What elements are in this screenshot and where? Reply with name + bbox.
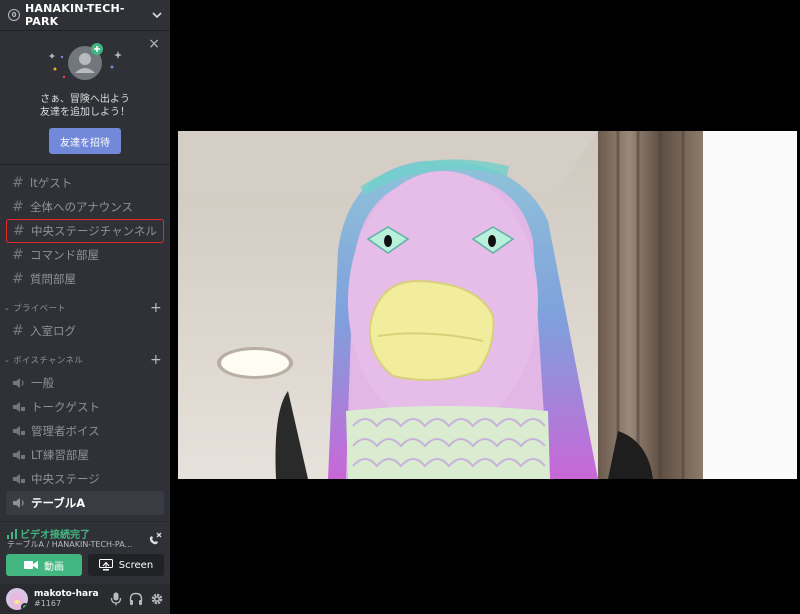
- speaker-lock-icon: [13, 474, 25, 484]
- hash-icon: #: [13, 223, 25, 239]
- video-button[interactable]: 動画: [6, 554, 82, 576]
- channel-question-room[interactable]: # 質問部屋: [6, 267, 164, 291]
- channel-name: ltゲスト: [30, 176, 73, 190]
- server-boost-icon: 0: [8, 9, 20, 21]
- category-label: プライベート: [13, 304, 66, 314]
- signal-icon: [7, 528, 17, 539]
- hash-icon: #: [12, 247, 24, 263]
- speaker-lock-icon: [13, 450, 25, 460]
- voice-channel-general[interactable]: 一般: [6, 371, 164, 395]
- video-stage: [170, 0, 800, 614]
- chevron-down-icon: ⌄: [4, 356, 11, 364]
- invite-friends-button[interactable]: 友達を招待: [49, 128, 121, 154]
- channel-center-stage[interactable]: # 中央ステージチャンネル: [6, 219, 164, 243]
- speaker-icon: [13, 378, 24, 388]
- channel-name: 中央ステージチャンネル: [31, 224, 157, 238]
- channel-entry-log[interactable]: # 入室ログ: [6, 319, 164, 343]
- channel-name: 一般: [31, 376, 54, 390]
- channel-name: 中央ステージ: [31, 472, 100, 486]
- voice-connection-panel: ビデオ接続完了 テーブルA / HANAKIN-TECH-PA... 動画 Sc…: [0, 521, 170, 582]
- speaker-lock-icon: [13, 402, 25, 412]
- channel-sidebar: 0 HANAKIN-TECH-PARK × さぁ、冒険へ出よう 友達を追加しよう…: [0, 0, 170, 614]
- video-frame: [178, 131, 797, 479]
- hash-icon: #: [12, 175, 24, 191]
- voice-channel-center-stage[interactable]: 中央ステージ: [6, 467, 164, 491]
- hash-icon: #: [12, 271, 24, 287]
- hash-icon: #: [12, 199, 24, 215]
- speaker-lock-icon: [13, 426, 25, 436]
- online-status-icon: [21, 603, 28, 610]
- channel-lt-guest[interactable]: # ltゲスト: [6, 171, 164, 195]
- category-private[interactable]: ⌄ プライベート +: [0, 297, 170, 319]
- channel-name: テーブルA: [31, 496, 86, 510]
- voice-channel-talk-guest[interactable]: トークゲスト: [6, 395, 164, 419]
- server-name: HANAKIN-TECH-PARK: [25, 2, 125, 28]
- user-tag: #1167: [34, 599, 62, 608]
- screen-share-icon: [98, 559, 113, 571]
- channel-name: 全体へのアナウンス: [30, 200, 134, 214]
- invite-message-line1: さぁ、冒険へ出よう: [40, 94, 130, 105]
- add-channel-icon[interactable]: +: [150, 352, 162, 368]
- category-label: ボイスチャンネル: [13, 356, 84, 366]
- voice-channel-lt-practice[interactable]: LT練習部屋: [6, 443, 164, 467]
- video-button-label: 動画: [44, 561, 64, 573]
- gear-icon[interactable]: [150, 592, 164, 606]
- server-header[interactable]: 0 HANAKIN-TECH-PARK: [0, 0, 170, 31]
- channel-announcements[interactable]: # 全体へのアナウンス: [6, 195, 164, 219]
- channel-command-room[interactable]: # コマンド部屋: [6, 243, 164, 267]
- channel-name: コマンド部屋: [30, 248, 99, 262]
- disconnect-phone-icon[interactable]: [148, 531, 162, 545]
- screen-share-button[interactable]: Screen: [88, 554, 164, 576]
- username: makoto-hara: [34, 589, 99, 599]
- category-voice[interactable]: ⌄ ボイスチャンネル +: [0, 349, 170, 371]
- video-feed-tile[interactable]: [178, 131, 797, 479]
- voice-channel-admin[interactable]: 管理者ボイス: [6, 419, 164, 443]
- voice-status-subtitle[interactable]: テーブルA / HANAKIN-TECH-PA...: [7, 539, 147, 550]
- invite-message-line2: 友達を追加しよう！: [40, 107, 130, 118]
- channel-list: # ltゲスト # 全体へのアナウンス # 中央ステージチャンネル # コマンド…: [0, 165, 170, 515]
- chevron-down-icon: ⌄: [4, 304, 11, 312]
- microphone-icon[interactable]: [110, 592, 122, 606]
- chevron-down-icon: [152, 12, 162, 19]
- channel-name: 質問部屋: [30, 272, 76, 286]
- channel-name: トークゲスト: [31, 400, 100, 414]
- screen-share-button-label: Screen: [118, 559, 154, 571]
- voice-channel-table-a[interactable]: テーブルA: [6, 491, 164, 515]
- camera-icon: [24, 560, 38, 570]
- user-panel: makoto-hara #1167: [0, 584, 170, 614]
- invite-card: × さぁ、冒険へ出よう 友達を追加しよう！ 友達を招待: [0, 31, 170, 165]
- speaker-icon: [13, 498, 24, 508]
- invite-illustration-icon: [40, 41, 130, 87]
- channel-name: LT練習部屋: [31, 448, 89, 462]
- hash-icon: #: [12, 323, 24, 339]
- channel-name: 入室ログ: [30, 324, 76, 338]
- headphones-icon[interactable]: [129, 592, 143, 606]
- close-icon[interactable]: ×: [148, 37, 160, 51]
- avatar[interactable]: [6, 588, 28, 610]
- channel-name: 管理者ボイス: [31, 424, 100, 438]
- add-channel-icon[interactable]: +: [150, 300, 162, 316]
